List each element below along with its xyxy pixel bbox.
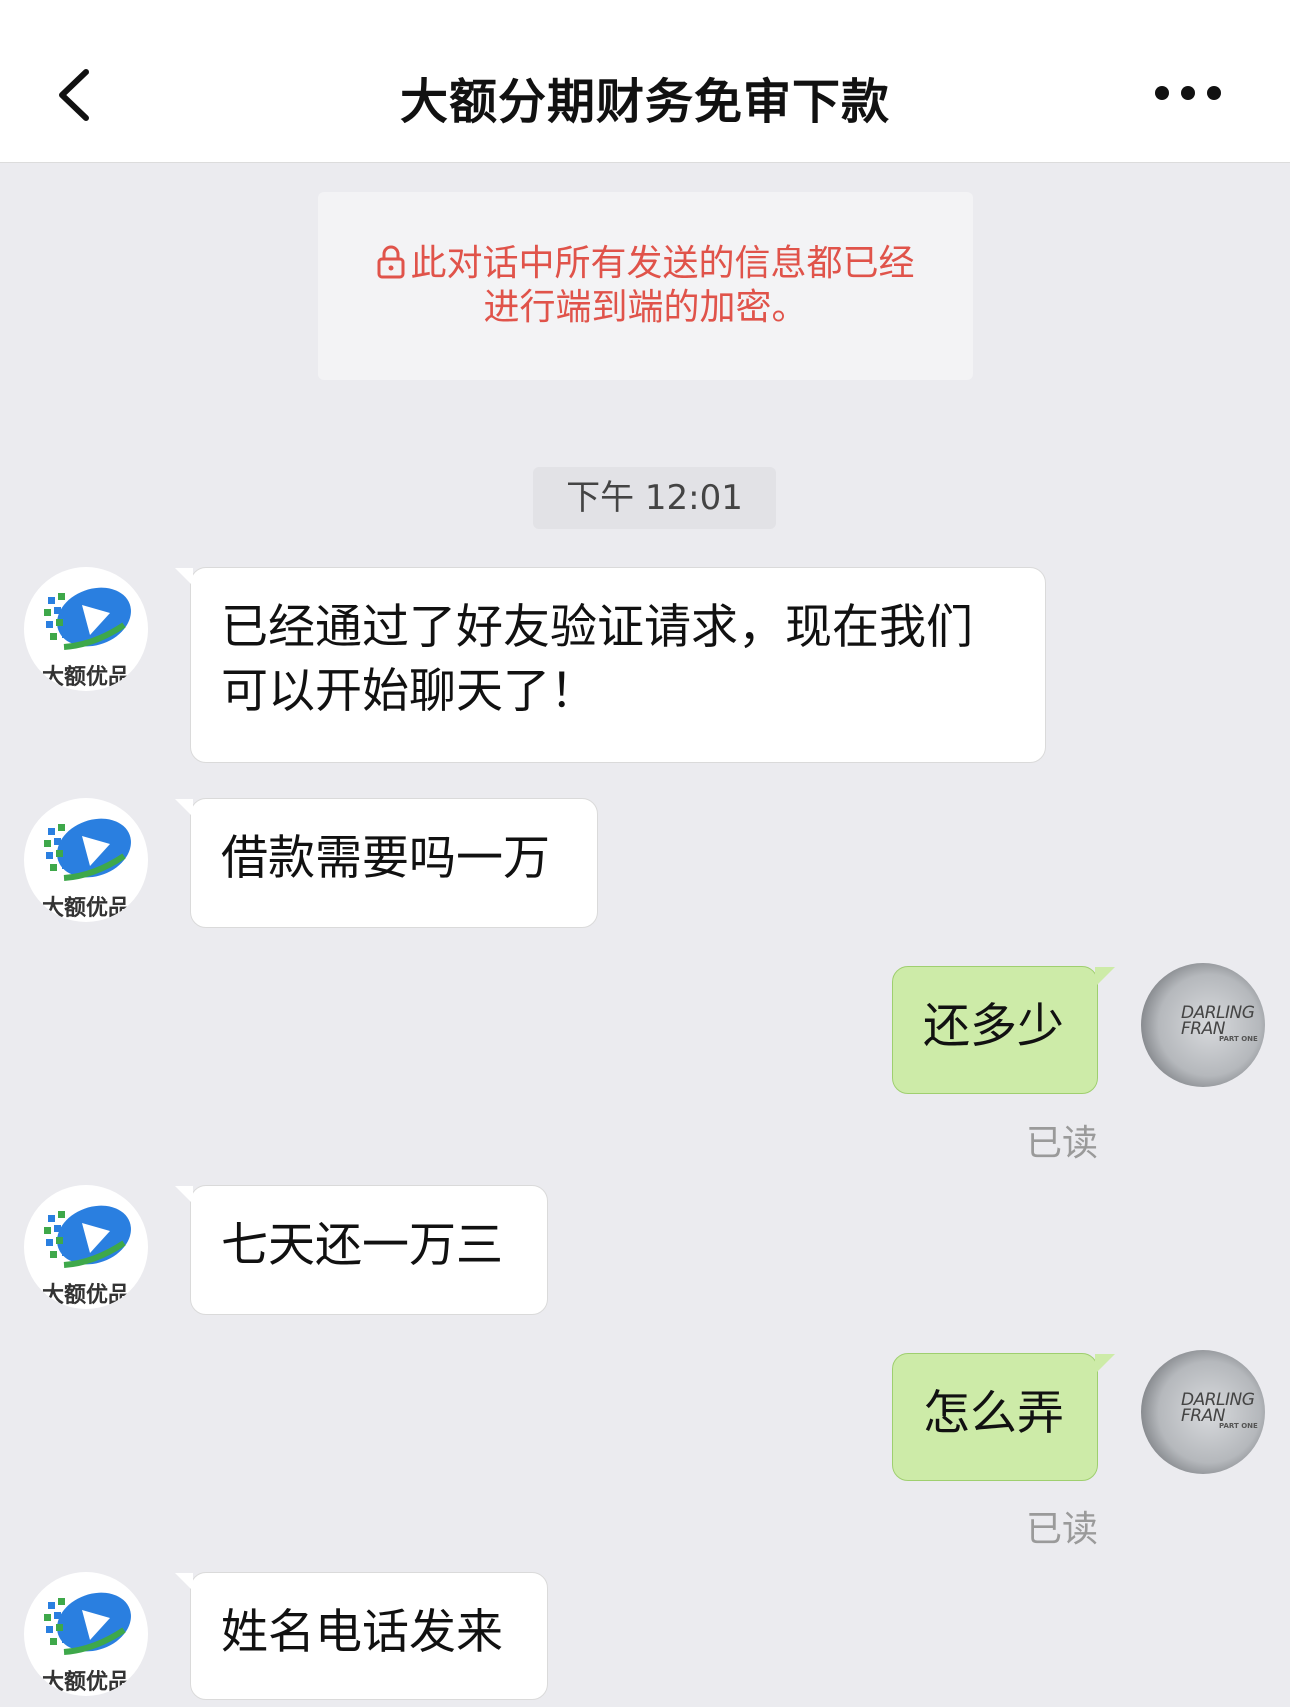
message-text: 姓名电话发来 xyxy=(221,1605,503,1660)
user-avatar[interactable]: DARLING FRAN PART ONE xyxy=(1141,963,1265,1087)
avatar-label: 大额优品 xyxy=(41,664,130,690)
avatar-text: DARLING FRAN xyxy=(1181,1003,1255,1039)
read-status: 已读 xyxy=(1026,1509,1099,1550)
message-text: 七天还一万三 xyxy=(221,1218,503,1273)
incoming-message[interactable]: 已经通过了好友验证请求，现在我们 可以开始聊天了！ xyxy=(175,567,1046,763)
avatar-subtext: PART ONE xyxy=(1219,1422,1258,1430)
outgoing-message[interactable]: 还多少 xyxy=(892,966,1115,1094)
contact-avatar[interactable]: 大额优品 xyxy=(24,567,148,691)
incoming-message[interactable]: 姓名电话发来 xyxy=(175,1572,548,1700)
chat-header: 大额分期财务免审下款 xyxy=(0,0,1290,163)
chat-screen: 大额分期财务免审下款 此对话中所有发送的信息都已经 进行端到端的加密。 下午 1… xyxy=(0,0,1290,1707)
avatar-subtext: PART ONE xyxy=(1219,1035,1258,1043)
message-timestamp: 下午 12:01 xyxy=(533,467,776,529)
avatar-text: DARLING FRAN xyxy=(1181,1390,1255,1426)
notice-line-1: 此对话中所有发送的信息都已经 xyxy=(410,243,915,284)
outgoing-message[interactable]: 怎么弄 xyxy=(892,1353,1115,1481)
encryption-notice: 此对话中所有发送的信息都已经 进行端到端的加密。 xyxy=(318,192,973,380)
message-text-line-1: 已经通过了好友验证请求，现在我们 xyxy=(221,600,973,655)
avatar-label: 大额优品 xyxy=(41,1669,130,1695)
message-text: 怎么弄 xyxy=(923,1386,1064,1441)
contact-avatar[interactable]: 大额优品 xyxy=(24,798,148,922)
message-text: 借款需要吗一万 xyxy=(221,831,550,886)
lock-icon xyxy=(377,245,405,279)
notice-line-2: 进行端到端的加密。 xyxy=(483,287,808,328)
incoming-message[interactable]: 七天还一万三 xyxy=(175,1185,548,1315)
read-status: 已读 xyxy=(1026,1123,1099,1164)
avatar-label: 大额优品 xyxy=(41,895,130,921)
incoming-message[interactable]: 借款需要吗一万 xyxy=(175,798,598,928)
contact-avatar[interactable]: 大额优品 xyxy=(24,1185,148,1309)
chat-title: 大额分期财务免审下款 xyxy=(399,74,890,130)
user-avatar[interactable]: DARLING FRAN PART ONE xyxy=(1141,1350,1265,1474)
more-button[interactable] xyxy=(1148,78,1248,108)
more-dots-icon xyxy=(1155,86,1221,100)
contact-avatar[interactable]: 大额优品 xyxy=(24,1572,148,1696)
avatar-label: 大额优品 xyxy=(41,1282,130,1308)
message-text: 还多少 xyxy=(923,999,1064,1054)
message-text-line-2: 可以开始聊天了！ xyxy=(221,664,597,719)
